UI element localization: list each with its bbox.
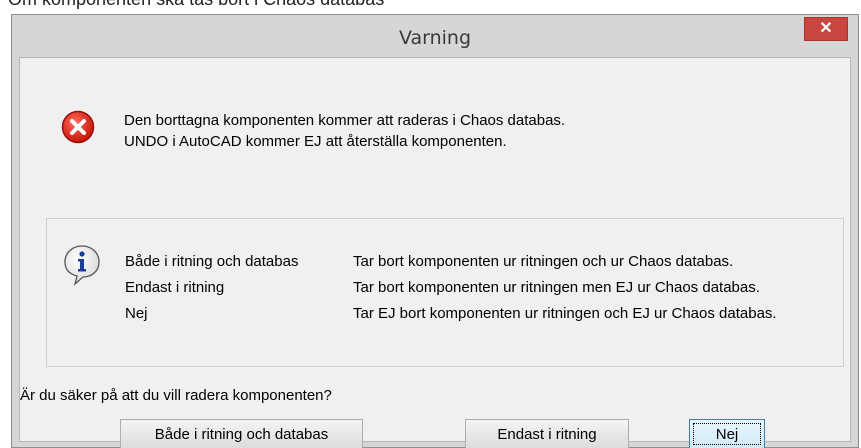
- title-bar[interactable]: Varning ✕: [12, 15, 858, 57]
- option-description-drawing-only: Tar bort komponenten ur ritningen men EJ…: [353, 279, 760, 296]
- option-name-no: Nej: [125, 305, 148, 322]
- error-icon: [61, 110, 95, 148]
- close-icon: ✕: [819, 20, 833, 37]
- info-icon: [62, 244, 102, 290]
- background-window-text: Om komponenten ska tas bort i Chaos data…: [8, 0, 384, 10]
- no-button[interactable]: Nej: [689, 419, 765, 448]
- dialog-title: Varning: [398, 27, 472, 49]
- close-button[interactable]: ✕: [804, 17, 848, 41]
- dialog-client-area: Den borttagna komponenten kommer att rad…: [19, 57, 851, 448]
- option-name-drawing-only: Endast i ritning: [125, 279, 225, 296]
- focus-ring: [693, 423, 761, 445]
- confirmation-question: Är du säker på att du vill radera kompon…: [20, 387, 332, 404]
- option-description-both: Tar bort komponenten ur ritningen och ur…: [353, 253, 734, 270]
- background-window-strip: Om komponenten ska tas bort i Chaos data…: [0, 0, 861, 14]
- both-button[interactable]: Både i ritning och databas: [120, 419, 363, 448]
- drawing-only-button[interactable]: Endast i ritning: [465, 419, 629, 448]
- warning-dialog: Varning ✕ Den borttagna komponenten komm…: [11, 14, 859, 448]
- warning-message-line-2: UNDO i AutoCAD kommer EJ att återställa …: [124, 133, 507, 150]
- warning-message-line-1: Den borttagna komponenten kommer att rad…: [124, 112, 566, 129]
- option-description-no: Tar EJ bort komponenten ur ritningen och…: [353, 305, 777, 322]
- option-name-both: Både i ritning och databas: [125, 253, 299, 270]
